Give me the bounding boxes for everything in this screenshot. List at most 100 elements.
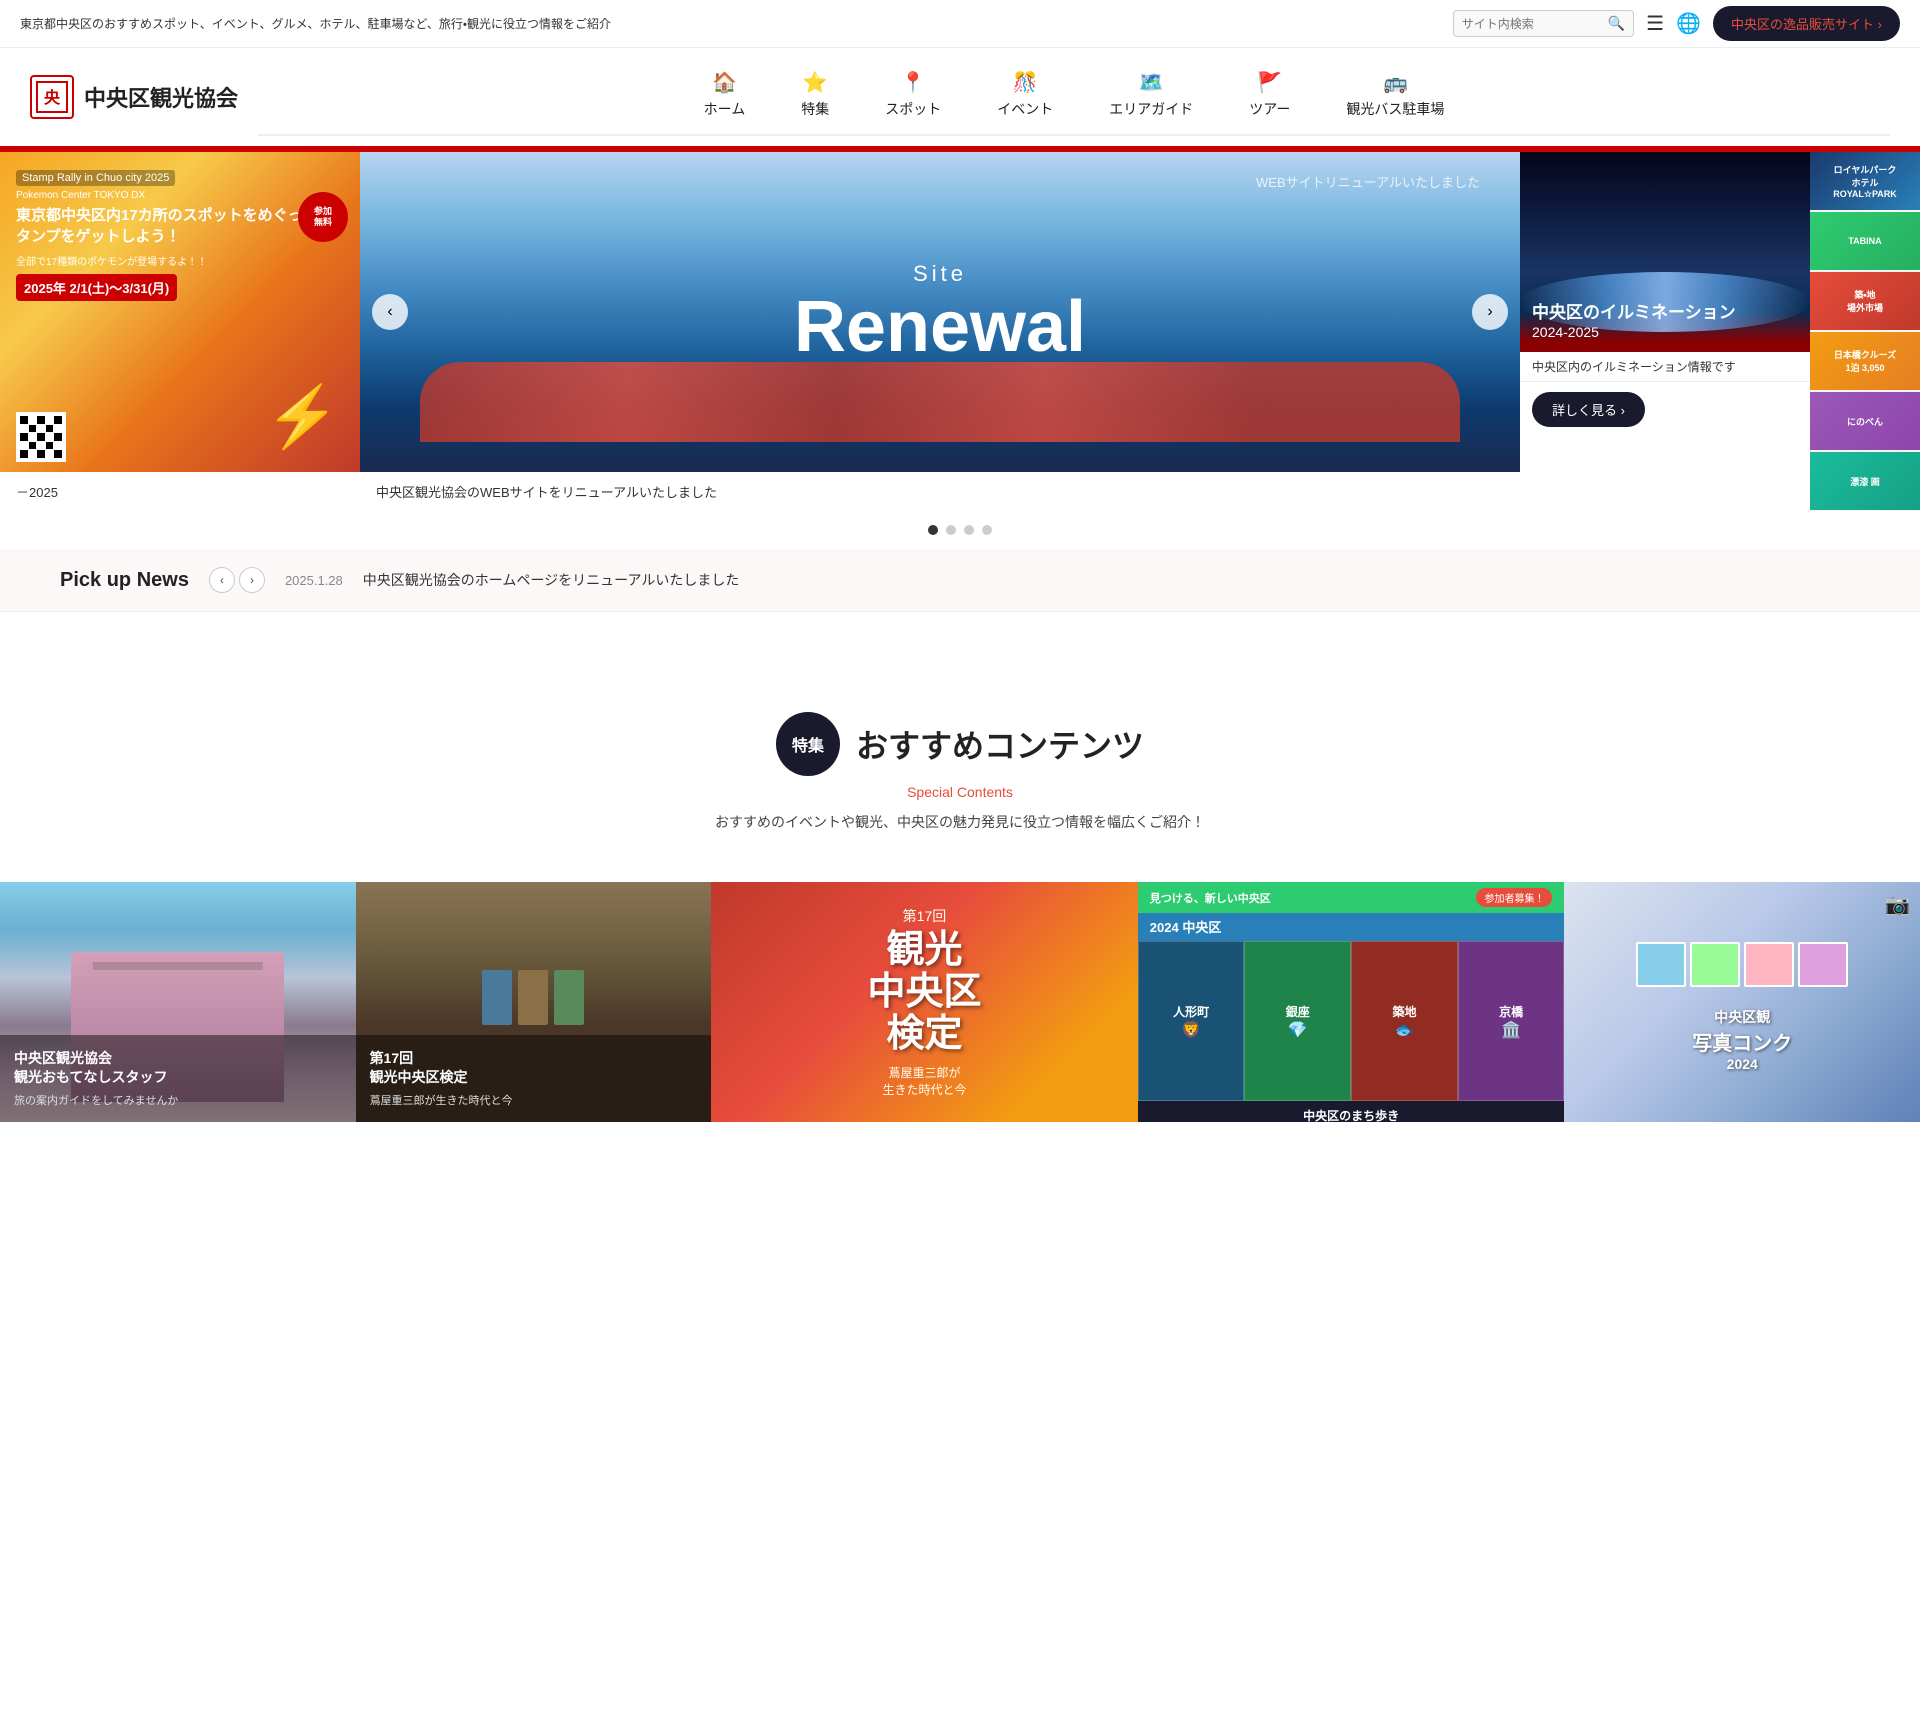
cta-arrow: › (1878, 17, 1882, 32)
carousel-prev-button[interactable]: ‹ (372, 294, 408, 330)
ad-ninoben[interactable]: にのべん (1810, 392, 1920, 450)
logo-icon: 央 (30, 75, 74, 119)
logo-text: 中央区観光協会 (84, 81, 238, 113)
detail-button[interactable]: 詳しく見る › (1532, 392, 1645, 427)
nav-label-tours: ツアー (1249, 99, 1290, 119)
free-badge: 参加 無料 (298, 192, 348, 242)
featured-header: 特集 おすすめコンテンツ (60, 712, 1860, 776)
nav-label-area: エリアガイド (1109, 99, 1193, 119)
dot-1[interactable] (928, 525, 938, 535)
carousel-right-image: 中央区のイルミネーション 2024-2025 (1520, 152, 1810, 352)
language-button[interactable]: 🌐 (1676, 11, 1701, 36)
pickup-next-button[interactable]: › (239, 567, 265, 593)
pokemon-banner-main: 東京都中央区内17カ所のスポットをめぐってスタンプをゲットしよう！ (16, 205, 344, 247)
ad-chikachi[interactable]: 築・地場外市場 (1810, 272, 1920, 330)
ad-ninoben-text: にのべん (1843, 411, 1887, 432)
search-button[interactable]: 🔍 (1608, 15, 1625, 32)
card-photo-contest[interactable]: 📷 中央区観 写真コンク 2024 (1564, 882, 1920, 1122)
carousel-center-panel: Site Renewal WEBサイトリニューアルいたしました ‹ › 中央区観… (360, 152, 1520, 511)
features-icon: ⭐ (803, 70, 828, 95)
pickup-nav: ‹ › (209, 567, 265, 593)
nav-item-tours[interactable]: 🚩 ツアー (1221, 58, 1318, 134)
stamp-rally-badge: Stamp Rally in Chuo city 2025 (16, 170, 175, 186)
dot-2[interactable] (946, 525, 956, 535)
featured-title: おすすめコンテンツ (856, 721, 1144, 767)
carousel-dots (0, 511, 1920, 549)
ad-nihon-text: 日本橋クルーズ1泊 3,050 (1830, 344, 1900, 378)
search-input[interactable] (1462, 17, 1602, 31)
featured-description: おすすめのイベントや観光、中央区の魅力発見に役立つ情報を幅広くご紹介！ (60, 812, 1860, 832)
pikachu-illustration: ⚡ (265, 381, 340, 452)
main-nav: 🏠 ホーム ⭐ 特集 📍 スポット 🎊 イベント 🗺️ エリアガイド 🚩 ツアー… (258, 58, 1890, 136)
card-1-sub: 旅の案内ガイドをしてみませんか (14, 1092, 342, 1108)
illumination-title: 中央区のイルミネーション (1532, 302, 1736, 324)
pickup-label: Pick up News (60, 569, 189, 592)
nav-item-home[interactable]: 🏠 ホーム (676, 58, 774, 134)
menu-button[interactable]: ☰ (1646, 11, 1664, 36)
cta-label: 中央区の逸品販売サイト (1731, 17, 1874, 32)
section-spacer (0, 612, 1920, 672)
pokemon-center-label: Pokemon Center TOKYO DX (16, 190, 344, 201)
carousel-next-button[interactable]: › (1472, 294, 1508, 330)
detail-btn-label: 詳しく見る › (1552, 400, 1625, 419)
logo[interactable]: 央 中央区観光協会 (30, 75, 238, 119)
pokemon-date: 2025年 2/1(土)～3/31(月) (16, 274, 177, 301)
nav-item-features[interactable]: ⭐ 特集 (773, 58, 857, 134)
card-tourism-staff[interactable]: 中央区観光協会観光おもてなしスタッフ 旅の案内ガイドをしてみませんか (0, 882, 356, 1122)
nav-label-features: 特集 (801, 99, 829, 119)
pickup-prev-button[interactable]: ‹ (209, 567, 235, 593)
ad-hakunen-text: 漂漆 画 (1846, 471, 1884, 492)
card-3-image: 第17回 観光中央区検定 蔦屋重三郎が生きた時代と今 (711, 882, 1138, 1122)
nav-item-spots[interactable]: 📍 スポット (857, 58, 969, 134)
nav-label-events: イベント (997, 99, 1053, 119)
card-tourism-exam[interactable]: 第17回観光中央区検定 蔦屋重三郎が生きた時代と今 (356, 882, 712, 1122)
search-box[interactable]: 🔍 (1453, 10, 1634, 37)
dot-4[interactable] (982, 525, 992, 535)
card-2-title: 第17回観光中央区検定 (370, 1049, 698, 1088)
spots-icon: 📍 (901, 70, 926, 95)
pokemon-banner: Stamp Rally in Chuo city 2025 Pokemon Ce… (0, 152, 360, 472)
site-text: Site (794, 261, 1086, 287)
carousel-left-panel: Stamp Rally in Chuo city 2025 Pokemon Ce… (0, 152, 360, 511)
nav-label-bus: 観光バス駐車場 (1346, 99, 1444, 119)
ad-nihonbashi-cruise[interactable]: 日本橋クルーズ1泊 3,050 (1810, 332, 1920, 390)
card-kanko-kentei[interactable]: 第17回 観光中央区検定 蔦屋重三郎が生きた時代と今 (711, 882, 1138, 1122)
illumination-year: 2024-2025 (1532, 324, 1736, 340)
nav-label-spots: スポット (885, 99, 941, 119)
content-cards: 中央区観光協会観光おもてなしスタッフ 旅の案内ガイドをしてみませんか 第17回観… (0, 882, 1920, 1122)
events-icon: 🎊 (1013, 70, 1038, 95)
pokemon-banner-sub: 全部で17種類のポケモンが登場するよ！！ (16, 253, 344, 268)
pickup-news-bar: Pick up News ‹ › 2025.1.28 中央区観光協会のホームペー… (0, 549, 1920, 612)
ad-royal-park[interactable]: ロイヤルパークホテルROYAL☆PARK (1810, 152, 1920, 210)
top-bar-right: 🔍 ☰ 🌐 中央区の逸品販売サイト › (1453, 6, 1900, 41)
dot-3[interactable] (964, 525, 974, 535)
web-label: WEBサイトリニューアルいたしました (1256, 172, 1480, 191)
carousel-right-panel: 中央区のイルミネーション 2024-2025 中央区内のイルミネーション情報です… (1520, 152, 1810, 511)
carousel-right-caption-text: 中央区内のイルミネーション情報です (1532, 360, 1736, 374)
qr-code-area (16, 412, 66, 462)
carousel-center-caption: 中央区観光協会のWEBサイトをリニューアルいたしました (360, 472, 1520, 511)
top-bar: 東京都中央区のおすすめスポット、イベント、グルメ、ホテル、駐車場など、旅行・観光… (0, 0, 1920, 48)
cta-button[interactable]: 中央区の逸品販売サイト › (1713, 6, 1900, 41)
ad-tabina[interactable]: TABINA (1810, 212, 1920, 270)
featured-section: 特集 おすすめコンテンツ Special Contents おすすめのイベントや… (0, 672, 1920, 882)
card-wakuwaku-tour[interactable]: 見つける、新しい中央区 参加者募集！ 2024 中央区 人形町 🦁 銀座 💎 築… (1138, 882, 1565, 1122)
carousel-left-image: Stamp Rally in Chuo city 2025 Pokemon Ce… (0, 152, 360, 472)
card-3-text: 第17回 観光中央区検定 蔦屋重三郎が生きた時代と今 (847, 886, 1001, 1117)
carousel-right-caption: 中央区内のイルミネーション情報です (1520, 352, 1810, 382)
carousel-left-caption: －2025 (0, 472, 360, 511)
ad-hakunen[interactable]: 漂漆 画 (1810, 452, 1920, 510)
pickup-text: 中央区観光協会のホームページをリニューアルいたしました (363, 570, 740, 590)
illumination-label: 中央区のイルミネーション 2024-2025 (1532, 302, 1736, 340)
nav-item-bus[interactable]: 🚌 観光バス駐車場 (1318, 58, 1472, 134)
nav-item-events[interactable]: 🎊 イベント (969, 58, 1081, 134)
area-icon: 🗺️ (1139, 70, 1164, 95)
card-2-overlay: 第17回観光中央区検定 蔦屋重三郎が生きた時代と今 (356, 1035, 712, 1122)
tours-icon: 🚩 (1257, 70, 1282, 95)
featured-badge: 特集 (776, 712, 840, 776)
renewal-overlay: Site Renewal (794, 261, 1086, 363)
nav-item-area[interactable]: 🗺️ エリアガイド (1081, 58, 1221, 134)
pickup-date: 2025.1.28 (285, 573, 343, 588)
carousel-wrapper: Stamp Rally in Chuo city 2025 Pokemon Ce… (0, 152, 1920, 511)
ad-tabina-text: TABINA (1844, 232, 1885, 250)
